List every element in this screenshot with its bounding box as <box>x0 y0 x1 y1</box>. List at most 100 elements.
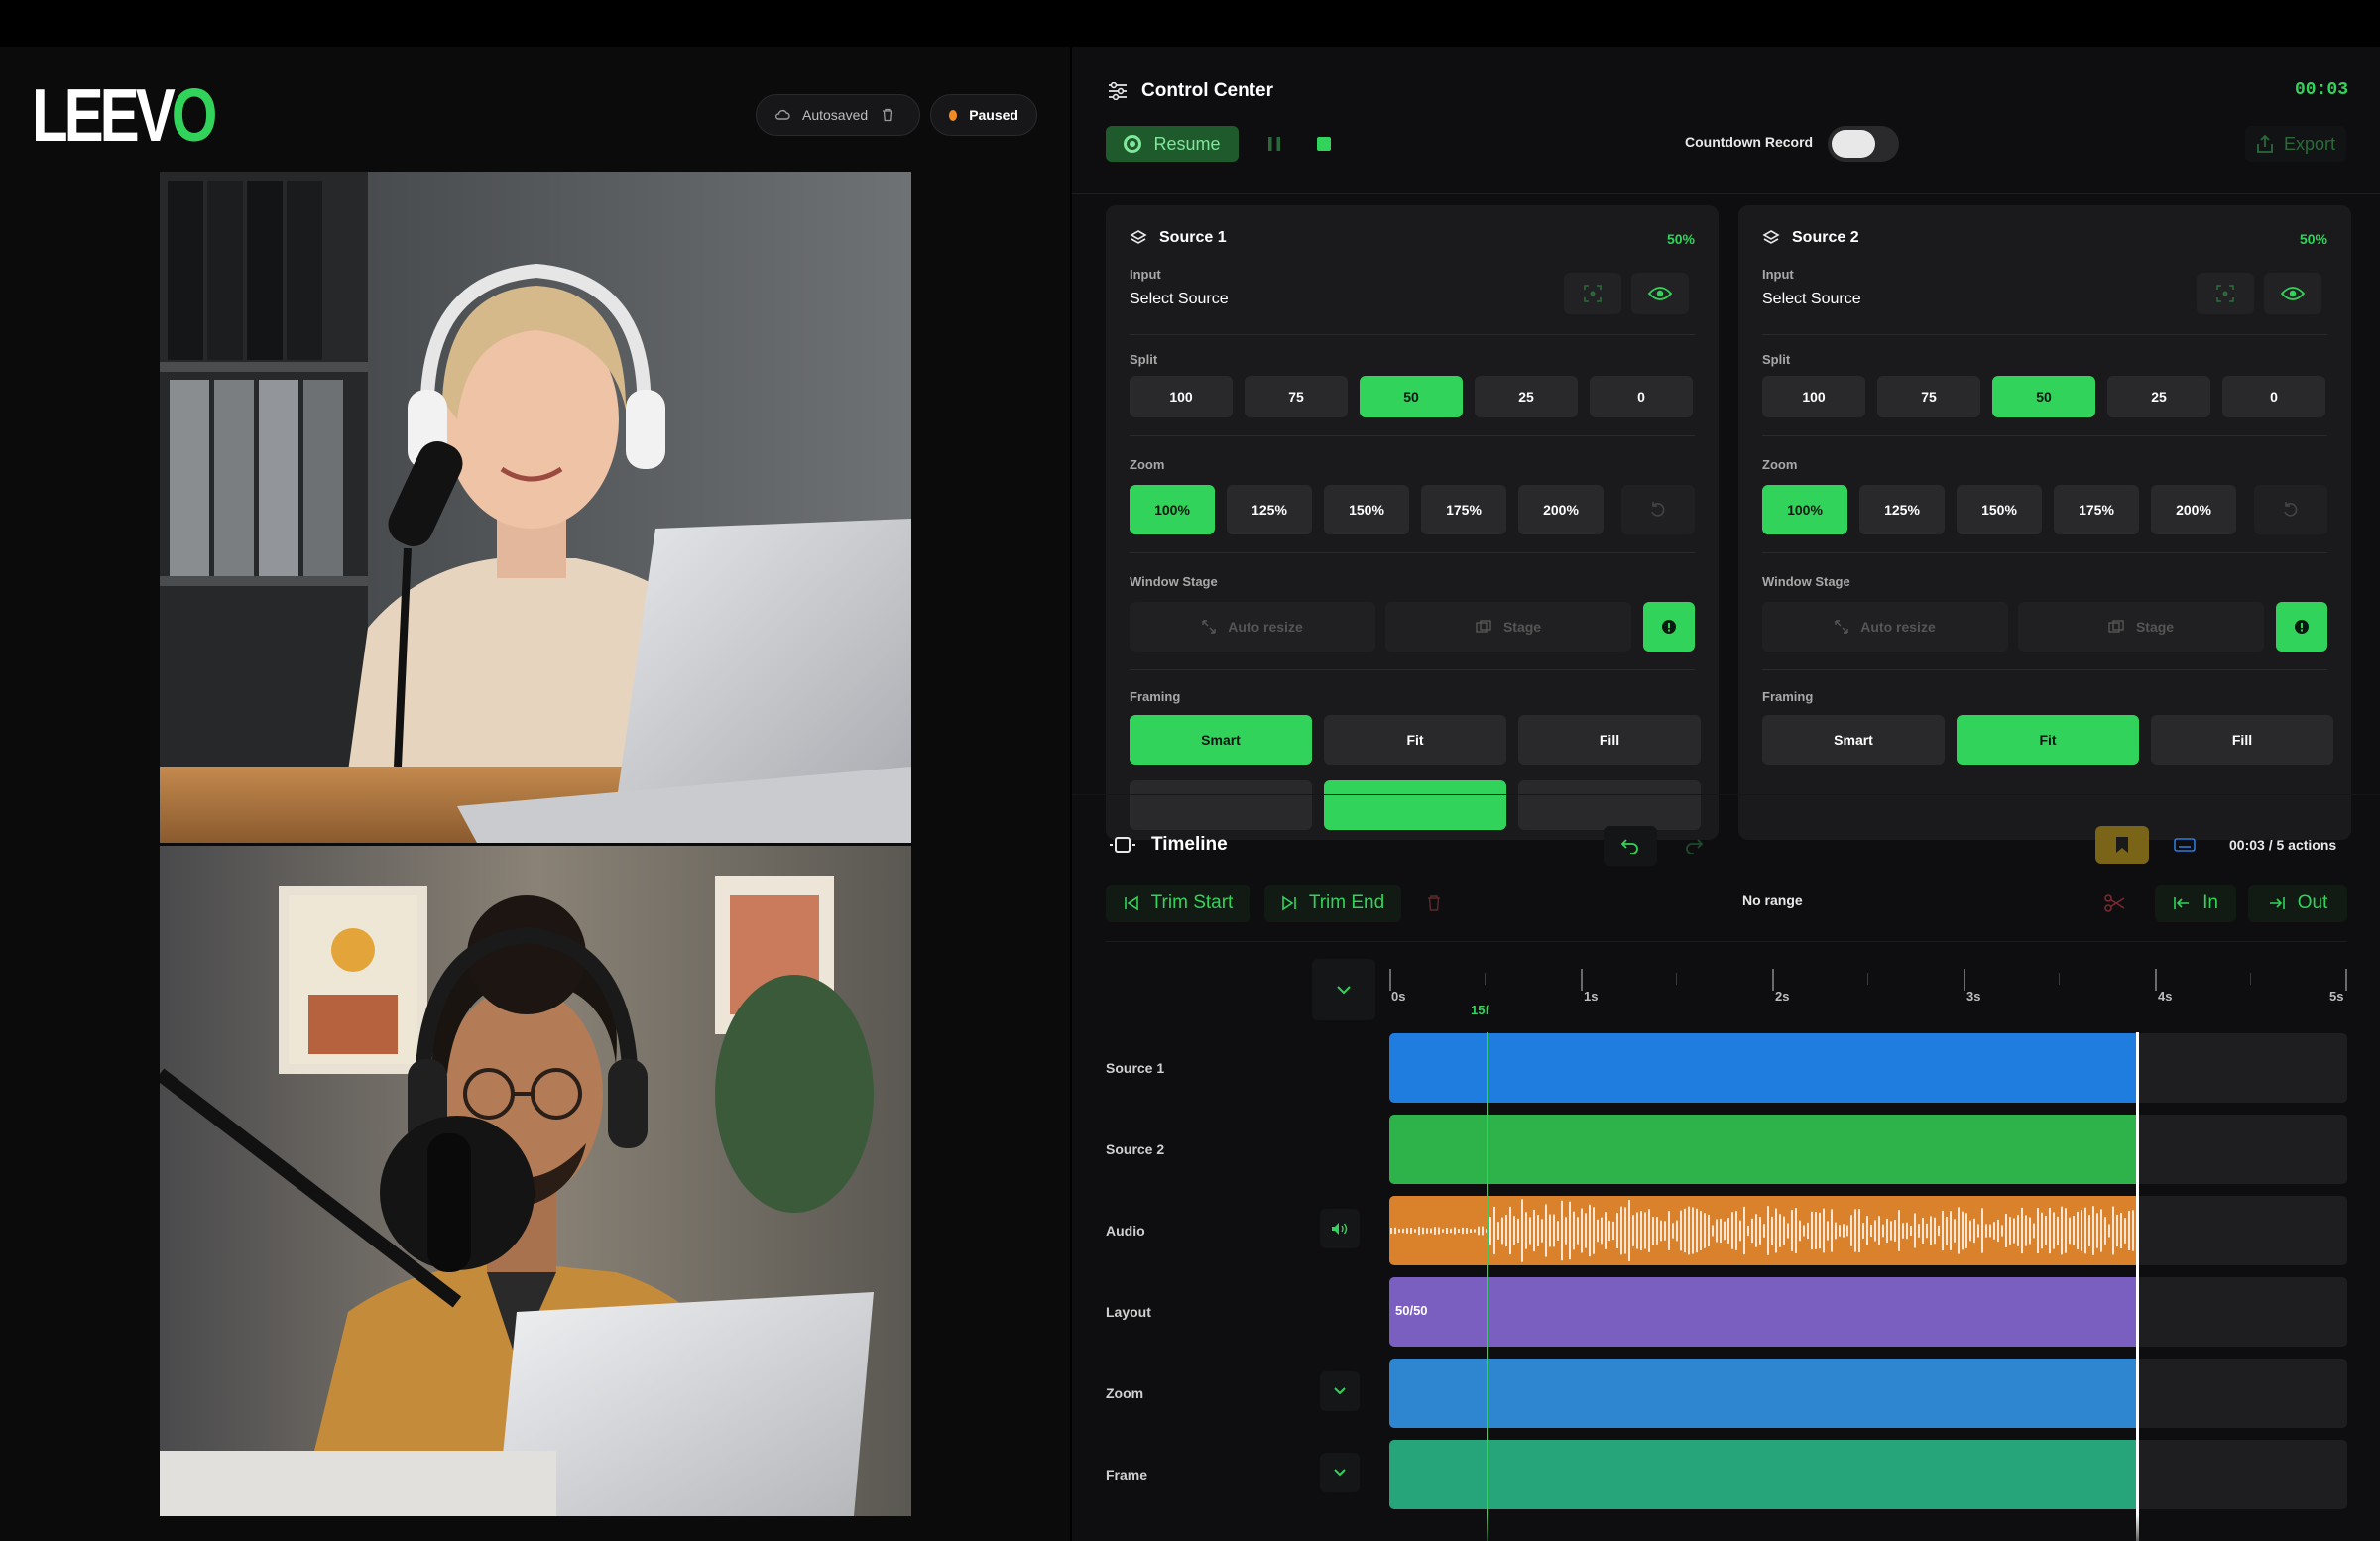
split-label: Split <box>1762 352 1791 367</box>
framing-row-2 <box>1130 780 1701 830</box>
track-clip-source-2[interactable] <box>1389 1115 2137 1184</box>
clip-end-marker[interactable] <box>2136 1032 2139 1541</box>
resume-button[interactable]: Resume <box>1106 126 1239 162</box>
zoom-175-button[interactable]: 175% <box>2054 485 2139 534</box>
framing-extra-button[interactable] <box>1518 780 1701 830</box>
stage-label: Stage <box>1502 619 1542 635</box>
framing-fit-button[interactable]: Fit <box>1957 715 2139 765</box>
input-select[interactable]: Select Source <box>1762 291 1861 308</box>
framing-fill-button[interactable]: Fill <box>2151 715 2333 765</box>
split-100-button[interactable]: 100 <box>1762 376 1865 417</box>
autosave-badge[interactable]: Autosaved <box>756 94 920 136</box>
in-icon <box>2174 897 2190 909</box>
zoom-100-button[interactable]: 100% <box>1130 485 1215 534</box>
zoom-150-button[interactable]: 150% <box>1324 485 1409 534</box>
split-0-button[interactable]: 0 <box>1590 376 1693 417</box>
out-point-button[interactable]: Out <box>2248 885 2347 922</box>
trim-start-button[interactable]: Trim Start <box>1106 885 1250 922</box>
trim-end-button[interactable]: Trim End <box>1264 885 1401 922</box>
pause-button[interactable] <box>1258 128 1290 160</box>
split-50-button[interactable]: 50 <box>1360 376 1463 417</box>
trim-start-label: Trim Start <box>1150 892 1234 913</box>
visibility-button[interactable] <box>1631 273 1689 314</box>
track-label-source-2: Source 2 <box>1106 1141 1165 1157</box>
framing-fit-button[interactable]: Fit <box>1324 715 1506 765</box>
paused-badge: Paused <box>930 94 1037 136</box>
source-percent: 50% <box>1666 231 1695 247</box>
in-point-button[interactable]: In <box>2155 885 2236 922</box>
time-ruler[interactable]: 0s 1s 2s 3s 4s 5s <box>1389 959 2347 1008</box>
framing-extra-button[interactable] <box>1324 780 1506 830</box>
delete-range-button[interactable] <box>1415 885 1453 922</box>
zoom-125-button[interactable]: 125% <box>1227 485 1312 534</box>
track-clip-source-1[interactable] <box>1389 1033 2137 1103</box>
framing-smart-button[interactable]: Smart <box>1130 715 1312 765</box>
split-50-button[interactable]: 50 <box>1992 376 2095 417</box>
source-1-image <box>160 172 911 843</box>
trash-icon <box>1428 895 1440 911</box>
split-25-button[interactable]: 25 <box>2107 376 2210 417</box>
track-clip-audio[interactable] <box>1389 1196 2137 1265</box>
countdown-toggle[interactable] <box>1828 126 1899 162</box>
audio-mute-button[interactable] <box>1320 1209 1360 1248</box>
toolbar-divider <box>1106 941 2347 942</box>
shortcuts-button[interactable] <box>2163 826 2206 864</box>
undo-icon <box>1620 839 1638 854</box>
source-card-2: Source 2 50% Input Select Source Split 1… <box>1738 205 2351 840</box>
auto-resize-button[interactable]: Auto resize <box>1130 602 1375 652</box>
zoom-150-button[interactable]: 150% <box>1957 485 2042 534</box>
info-button[interactable] <box>2276 602 2327 652</box>
split-75-button[interactable]: 75 <box>1877 376 1980 417</box>
framing-smart-button[interactable]: Smart <box>1762 715 1945 765</box>
reset-icon <box>1651 502 1665 517</box>
undo-button[interactable] <box>1604 826 1657 866</box>
playhead[interactable] <box>1487 1032 1488 1541</box>
split-100-button[interactable]: 100 <box>1130 376 1233 417</box>
target-button[interactable] <box>2197 273 2254 314</box>
paused-label: Paused <box>969 107 1018 123</box>
export-button[interactable]: Export <box>2245 126 2346 162</box>
title-text: Control Center <box>1141 80 1273 101</box>
track-clip-layout[interactable]: 50/50 <box>1389 1277 2137 1347</box>
control-center-header: Control Center 00:03 Resume Countdown Re… <box>1072 47 2380 193</box>
zoom-100-button[interactable]: 100% <box>1762 485 1847 534</box>
track-label-zoom: Zoom <box>1106 1385 1144 1401</box>
expand-zoom-button[interactable] <box>1320 1371 1360 1411</box>
toggle-knob <box>1832 130 1875 158</box>
trash-icon[interactable] <box>880 107 895 123</box>
input-select[interactable]: Select Source <box>1130 291 1229 308</box>
split-25-button[interactable]: 25 <box>1475 376 1578 417</box>
framing-extra-button[interactable] <box>1130 780 1312 830</box>
zoom-125-button[interactable]: 125% <box>1859 485 1945 534</box>
auto-resize-button[interactable]: Auto resize <box>1762 602 2008 652</box>
stop-button[interactable] <box>1308 128 1340 160</box>
bookmark-button[interactable] <box>2095 826 2149 864</box>
collapse-tracks-button[interactable] <box>1312 959 1375 1020</box>
zoom-label: Zoom <box>1130 457 1165 472</box>
playhead-label: 15f <box>1471 1003 1489 1017</box>
info-button[interactable] <box>1643 602 1695 652</box>
zoom-reset-button[interactable] <box>1621 485 1695 534</box>
split-0-button[interactable]: 0 <box>2222 376 2325 417</box>
visibility-button[interactable] <box>2264 273 2321 314</box>
stage-button[interactable]: Stage <box>1385 602 1631 652</box>
source-2-image <box>160 846 911 1516</box>
ruler-tick <box>1389 969 1391 991</box>
track-clip-frame[interactable] <box>1389 1440 2137 1509</box>
track-label-layout: Layout <box>1106 1304 1151 1320</box>
target-icon <box>2216 285 2234 302</box>
zoom-200-button[interactable]: 200% <box>2151 485 2236 534</box>
target-button[interactable] <box>1564 273 1621 314</box>
framing-fill-button[interactable]: Fill <box>1518 715 1701 765</box>
cut-button[interactable] <box>2093 885 2137 922</box>
stage-button[interactable]: Stage <box>2018 602 2264 652</box>
zoom-175-button[interactable]: 175% <box>1421 485 1506 534</box>
expand-frame-button[interactable] <box>1320 1453 1360 1492</box>
redo-button[interactable] <box>1667 826 1721 866</box>
cloud-icon <box>775 109 790 120</box>
track-clip-zoom[interactable] <box>1389 1359 2137 1428</box>
resize-icon <box>1202 620 1216 634</box>
zoom-200-button[interactable]: 200% <box>1518 485 1604 534</box>
zoom-reset-button[interactable] <box>2254 485 2327 534</box>
split-75-button[interactable]: 75 <box>1245 376 1348 417</box>
